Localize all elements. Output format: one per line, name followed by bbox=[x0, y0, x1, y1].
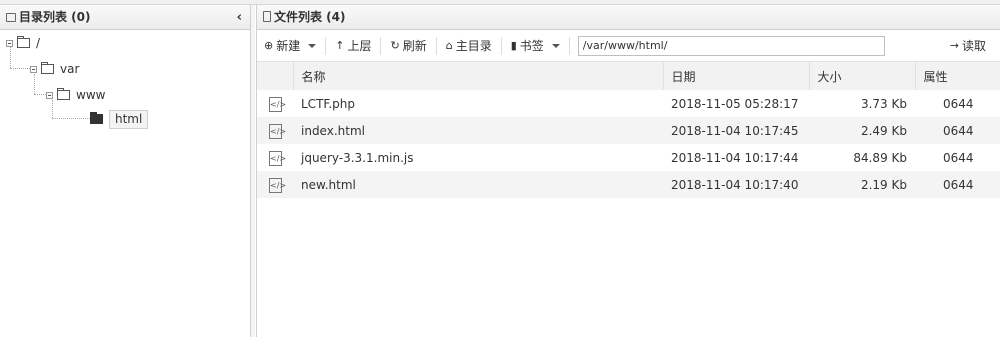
home-label: 主目录 bbox=[455, 38, 492, 53]
file-name[interactable]: new.html bbox=[293, 171, 663, 198]
file-perm[interactable]: 0644 bbox=[915, 144, 1000, 171]
column-header-name[interactable]: 名称 bbox=[293, 62, 664, 90]
read-button[interactable]: → 读取 bbox=[943, 35, 993, 57]
refresh-label: 刷新 bbox=[402, 38, 427, 53]
column-header-date[interactable]: 日期 bbox=[663, 62, 810, 90]
collapse-toggle-icon[interactable] bbox=[46, 91, 53, 99]
new-dropdown-button[interactable]: ⊕ 新建 bbox=[257, 35, 323, 57]
file-outline-icon bbox=[263, 11, 271, 22]
new-label: 新建 bbox=[276, 38, 301, 53]
directory-panel: 目录列表 (0) ‹ / var www html bbox=[0, 5, 251, 337]
tree-node-label: / bbox=[36, 36, 41, 50]
directory-panel-title: 目录列表 (0) bbox=[6, 5, 91, 30]
column-header-icon bbox=[257, 62, 294, 90]
arrow-up-icon: ↑ bbox=[335, 38, 345, 52]
tree-node-label-selected: html bbox=[109, 109, 149, 129]
folder-icon bbox=[41, 62, 54, 74]
up-label: 上层 bbox=[347, 38, 372, 53]
directory-count-label: 目录列表 (0) bbox=[19, 10, 91, 24]
toolbar-separator bbox=[380, 36, 382, 55]
file-date: 2018-11-04 10:17:40 bbox=[663, 171, 809, 198]
file-size: 2.19 Kb bbox=[809, 171, 915, 198]
tree-node-var[interactable]: var bbox=[30, 60, 79, 78]
refresh-icon: ↻ bbox=[390, 38, 400, 52]
bookmarks-dropdown-button[interactable]: ▮ 书签 bbox=[504, 35, 567, 57]
refresh-button[interactable]: ↻ 刷新 bbox=[383, 35, 433, 57]
home-button[interactable]: ⌂ 主目录 bbox=[439, 35, 499, 57]
file-date: 2018-11-05 05:28:17 bbox=[671, 96, 799, 111]
file-perm[interactable]: 0644 bbox=[915, 117, 1000, 144]
file-toolbar: ⊕新建 ↑上层 ↻刷新 ⌂主目录 ▮书签 →读取 bbox=[257, 30, 1000, 62]
tree-node-html[interactable]: html bbox=[90, 109, 149, 129]
code-file-icon: </> bbox=[269, 123, 286, 139]
bookmarks-label: 书签 bbox=[519, 38, 544, 53]
tree-node-www[interactable]: www bbox=[46, 86, 105, 104]
file-size: 84.89 Kb bbox=[853, 150, 907, 165]
table-row[interactable]: </> new.html 2018-11-04 10:17:40 2.19 Kb… bbox=[257, 171, 1000, 198]
folder-open-icon bbox=[90, 112, 103, 124]
tree-node-label: var bbox=[60, 62, 80, 76]
code-file-icon: </> bbox=[269, 150, 286, 166]
file-name[interactable]: index.html bbox=[293, 117, 663, 144]
home-icon: ⌂ bbox=[445, 38, 453, 52]
file-name[interactable]: jquery-3.3.1.min.js bbox=[293, 144, 663, 171]
up-level-button[interactable]: ↑ 上层 bbox=[328, 35, 378, 57]
table-row[interactable]: </> index.html 2018-11-04 10:17:45 2.49 … bbox=[257, 117, 1000, 144]
file-panel: 文件列表 (4) ⊕新建 ↑上层 ↻刷新 ⌂主目录 ▮书签 →读取 名称 日期 … bbox=[256, 5, 1000, 337]
folder-icon bbox=[17, 36, 30, 48]
column-header-size[interactable]: 大小 bbox=[809, 62, 916, 90]
file-table: 名称 日期 大小 属性 </> LCTF.php 2018-11-05 05:2… bbox=[257, 62, 1000, 198]
code-file-icon: </> bbox=[269, 96, 286, 112]
panel-splitter[interactable] bbox=[251, 5, 255, 337]
toolbar-separator bbox=[500, 36, 502, 55]
file-panel-title: 文件列表 (4) bbox=[263, 5, 346, 30]
file-date: 2018-11-04 10:17:45 bbox=[663, 117, 809, 144]
toolbar-separator bbox=[568, 36, 570, 55]
file-perm[interactable]: 0644 bbox=[915, 90, 1000, 117]
file-date: 2018-11-04 10:17:44 bbox=[671, 150, 799, 165]
read-label: 读取 bbox=[961, 39, 986, 53]
file-size: 3.73 Kb bbox=[860, 96, 907, 111]
tree-connector bbox=[52, 118, 90, 119]
toolbar-separator bbox=[435, 36, 437, 55]
tree-node-root[interactable]: / bbox=[6, 34, 40, 52]
table-header-row: 名称 日期 大小 属性 bbox=[257, 62, 1000, 90]
chevron-down-icon bbox=[551, 43, 560, 48]
table-row[interactable]: </> jquery-3.3.1.min.js 2018-11-04 10:17… bbox=[257, 144, 1000, 171]
file-perm[interactable]: 0644 bbox=[915, 171, 1000, 198]
file-panel-header: 文件列表 (4) bbox=[257, 5, 1000, 30]
collapse-panel-icon[interactable]: ‹ bbox=[237, 5, 242, 30]
file-size: 2.49 Kb bbox=[809, 117, 915, 144]
directory-panel-header: 目录列表 (0) ‹ bbox=[0, 5, 250, 30]
tree-connector bbox=[10, 68, 30, 69]
file-name[interactable]: LCTF.php bbox=[293, 90, 663, 117]
chevron-down-icon bbox=[308, 43, 317, 48]
arrow-right-icon: → bbox=[949, 39, 959, 52]
plus-circle-icon: ⊕ bbox=[264, 38, 274, 52]
file-count-label: 文件列表 (4) bbox=[274, 10, 346, 24]
bookmark-icon: ▮ bbox=[510, 38, 517, 52]
column-header-perm[interactable]: 属性 bbox=[915, 62, 1000, 90]
collapse-toggle-icon[interactable] bbox=[6, 39, 13, 47]
collapse-toggle-icon[interactable] bbox=[30, 65, 37, 73]
path-input[interactable] bbox=[577, 35, 885, 56]
tree-node-label: www bbox=[76, 88, 106, 102]
code-file-icon: </> bbox=[269, 177, 286, 193]
folder-outline-icon bbox=[6, 13, 16, 22]
toolbar-separator bbox=[325, 36, 327, 55]
table-row[interactable]: </> LCTF.php 2018-11-05 05:28:17 3.73 Kb… bbox=[257, 90, 1000, 117]
folder-icon bbox=[57, 88, 70, 100]
